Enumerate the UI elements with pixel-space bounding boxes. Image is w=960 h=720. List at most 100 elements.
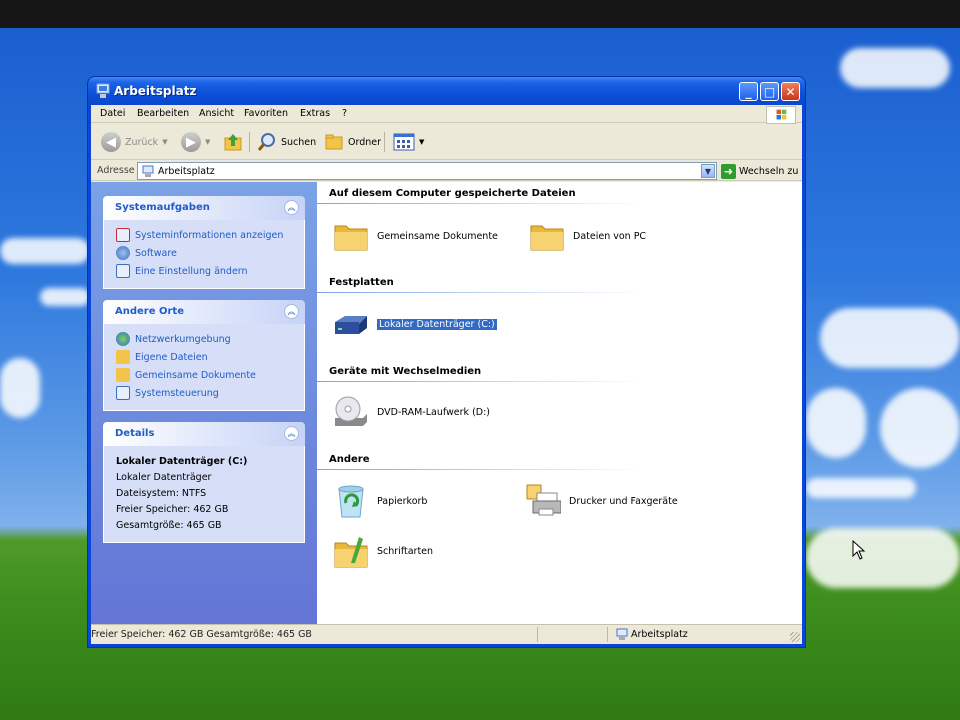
folder-icon: [116, 368, 130, 382]
menu-view[interactable]: Ansicht: [199, 108, 234, 119]
item-label: Lokaler Datenträger (C:): [376, 317, 498, 331]
status-bar: Freier Speicher: 462 GB Gesamtgröße: 465…: [91, 624, 802, 644]
control-panel-icon: [116, 264, 130, 278]
panel-title: Details: [115, 428, 155, 439]
details-type: Lokaler Datenträger: [116, 472, 212, 483]
back-arrow-icon: ◀: [101, 132, 121, 152]
monitor-bezel: [0, 0, 960, 30]
recycle-bin-icon: [338, 485, 364, 518]
group-divider: [317, 203, 647, 204]
item-fonts[interactable]: Schriftarten: [333, 533, 433, 569]
printer-icon: [526, 484, 561, 516]
place-label: Gemeinsame Dokumente: [135, 369, 256, 381]
details-total-size: Gesamtgröße: 465 GB: [116, 520, 222, 531]
collapse-icon[interactable]: ︽: [284, 426, 299, 441]
folder-icon: [334, 225, 368, 251]
place-label: Netzwerkumgebung: [135, 333, 231, 345]
item-label: Schriftarten: [377, 545, 434, 557]
window-title: Arbeitsplatz: [114, 84, 197, 98]
group-header: Geräte mit Wechselmedien: [329, 366, 482, 377]
maximize-button[interactable]: □: [760, 82, 779, 101]
my-computer-icon: [142, 165, 154, 177]
item-local-disk-c[interactable]: Lokaler Datenträger (C:): [333, 306, 498, 342]
address-label: Adresse: [97, 165, 135, 176]
item-recycle-bin[interactable]: Papierkorb: [333, 483, 427, 519]
forward-arrow-icon: ▶: [181, 132, 201, 152]
task-label: Eine Einstellung ändern: [135, 265, 248, 277]
panel-title: Systemaufgaben: [115, 202, 210, 213]
hard-disk-icon: [335, 316, 367, 334]
menu-help[interactable]: ?: [342, 108, 347, 119]
system-info-icon: [116, 228, 130, 242]
back-label: Zurück: [125, 136, 159, 148]
address-dropdown-icon[interactable]: ▼: [701, 164, 715, 178]
menu-favorites[interactable]: Favoriten: [244, 108, 288, 119]
group-header: Auf diesem Computer gespeicherte Dateien: [329, 188, 576, 199]
task-change-setting[interactable]: Eine Einstellung ändern: [116, 262, 294, 280]
search-button[interactable]: Suchen: [257, 131, 316, 153]
my-documents-icon: [116, 350, 130, 364]
group-divider: [317, 292, 647, 293]
place-control-panel[interactable]: Systemsteuerung: [116, 384, 294, 402]
toolbar-separator: [384, 132, 385, 152]
group-divider: [317, 381, 647, 382]
close-button[interactable]: ✕: [781, 82, 800, 101]
dvd-drive-icon: [335, 396, 367, 426]
views-dropdown-icon: ▼: [419, 138, 425, 146]
minimize-icon: _: [745, 84, 752, 99]
menu-tools[interactable]: Extras: [300, 108, 330, 119]
address-value: Arbeitsplatz: [158, 166, 215, 177]
place-shared-documents[interactable]: Gemeinsame Dokumente: [116, 366, 294, 384]
panel-title: Andere Orte: [115, 306, 184, 317]
my-computer-icon: [96, 83, 110, 98]
menu-file[interactable]: Datei: [100, 108, 125, 119]
views-button[interactable]: ▼: [393, 131, 424, 153]
task-software[interactable]: Software: [116, 244, 294, 262]
place-my-documents[interactable]: Eigene Dateien: [116, 348, 294, 366]
search-label: Suchen: [281, 136, 317, 148]
up-button[interactable]: [223, 131, 243, 153]
resize-grip[interactable]: [790, 632, 800, 642]
other-places-header[interactable]: Andere Orte ︽: [103, 300, 305, 324]
mouse-cursor-icon: [852, 540, 866, 560]
folders-label: Ordner: [348, 136, 382, 148]
group-divider: [317, 469, 647, 470]
details-header[interactable]: Details ︽: [103, 422, 305, 446]
item-label: Dateien von PC: [573, 230, 647, 242]
toolbar-separator: [249, 132, 250, 152]
forward-dropdown-icon[interactable]: ▼: [205, 138, 210, 146]
item-shared-documents[interactable]: Gemeinsame Dokumente: [333, 218, 498, 254]
group-header: Festplatten: [329, 277, 394, 288]
my-computer-icon: [616, 628, 628, 640]
system-tasks-header[interactable]: Systemaufgaben ︽: [103, 196, 305, 220]
menu-edit[interactable]: Bearbeiten: [137, 108, 189, 119]
windows-logo-icon: [766, 106, 796, 124]
address-field[interactable]: Arbeitsplatz ▼: [137, 162, 717, 180]
item-files-from-pc[interactable]: Dateien von PC: [529, 218, 646, 254]
back-dropdown-icon[interactable]: ▼: [162, 138, 167, 146]
go-button[interactable]: ➜ Wechseln zu: [721, 163, 798, 179]
task-pane: Systemaufgaben ︽ Systeminformationen anz…: [91, 182, 317, 624]
minimize-button[interactable]: _: [739, 82, 758, 101]
item-label: Papierkorb: [377, 495, 428, 507]
content-pane: Auf diesem Computer gespeicherte Dateien…: [317, 182, 802, 624]
views-icon: [393, 133, 415, 151]
task-view-system-info[interactable]: Systeminformationen anzeigen: [116, 226, 294, 244]
group-header: Andere: [329, 454, 370, 465]
collapse-icon[interactable]: ︽: [284, 200, 299, 215]
title-bar[interactable]: Arbeitsplatz _ □ ✕: [88, 77, 805, 105]
task-label: Systeminformationen anzeigen: [135, 229, 284, 241]
back-button[interactable]: ◀ Zurück ▼: [101, 131, 168, 153]
place-network[interactable]: Netzwerkumgebung: [116, 330, 294, 348]
control-panel-icon: [116, 386, 130, 400]
details-panel: Details ︽ Lokaler Datenträger (C:) Lokal…: [103, 422, 305, 543]
folder-up-icon: [224, 134, 242, 151]
item-dvd-drive-d[interactable]: DVD-RAM-Laufwerk (D:): [333, 394, 490, 430]
item-printers-faxes[interactable]: Drucker und Faxgeräte: [525, 483, 678, 519]
forward-button[interactable]: ▶ ▼: [181, 131, 210, 153]
go-arrow-icon: ➜: [721, 163, 736, 179]
folders-icon: [325, 134, 343, 150]
folders-button[interactable]: Ordner: [324, 131, 381, 153]
collapse-icon[interactable]: ︽: [284, 304, 299, 319]
maximize-icon: □: [763, 84, 776, 99]
